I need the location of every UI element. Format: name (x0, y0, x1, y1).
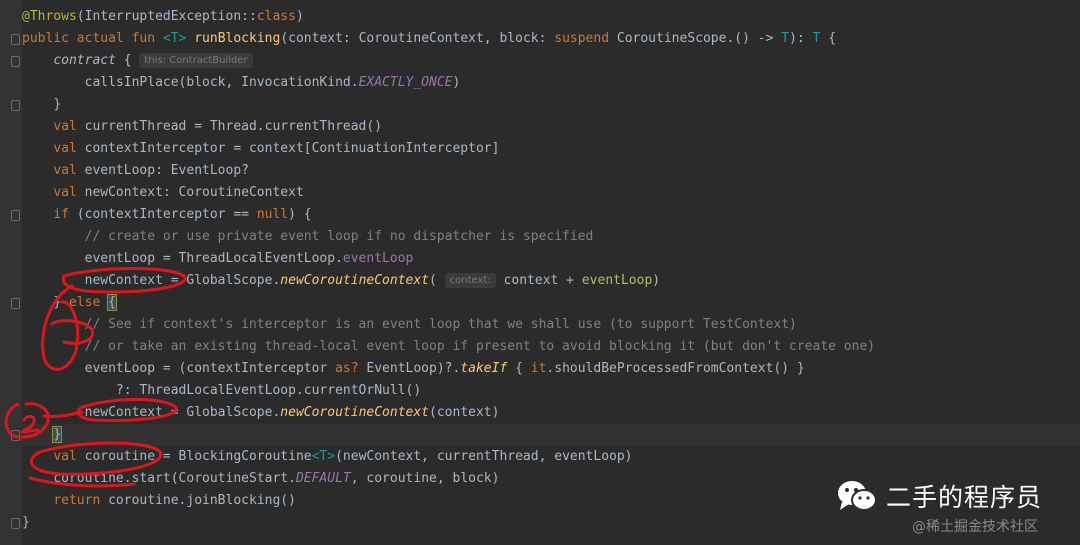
number-2-glyph (20, 414, 40, 434)
watermark-title: 二手的程序员 (886, 483, 1043, 512)
circle-coroutine (29, 441, 163, 476)
connector-stroke (42, 410, 84, 418)
watermark: 二手的程序员 (836, 476, 1042, 516)
underline-coroutine-start (28, 476, 136, 488)
handwritten-annotations (4, 267, 187, 488)
circle-new-context-1 (62, 267, 187, 294)
number-1-stroke (50, 319, 95, 345)
watermark-source: @稀土掘金技术社区 (912, 519, 1038, 535)
circle-new-context-2 (76, 398, 178, 422)
wechat-icon (838, 481, 877, 511)
circle-number-1 (41, 284, 79, 371)
